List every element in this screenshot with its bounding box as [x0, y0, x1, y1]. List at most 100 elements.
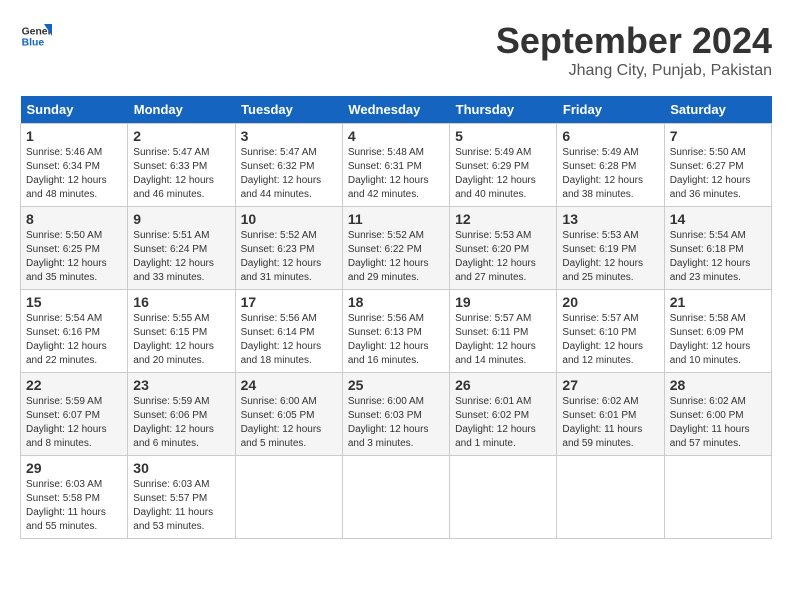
day-cell: 18Sunrise: 5:56 AMSunset: 6:13 PMDayligh… — [342, 290, 449, 373]
day-number: 3 — [241, 128, 337, 144]
day-number: 6 — [562, 128, 658, 144]
day-number: 18 — [348, 294, 444, 310]
day-cell: 4Sunrise: 5:48 AMSunset: 6:31 PMDaylight… — [342, 124, 449, 207]
header-monday: Monday — [128, 96, 235, 124]
day-cell: 12 Sunrise: 5:53 AMSunset: 6:20 PMDayligh… — [450, 207, 557, 290]
day-cell: 1Sunrise: 5:46 AMSunset: 6:34 PMDaylight… — [21, 124, 128, 207]
day-cell: 17 Sunrise: 5:56 AMSunset: 6:14 PMDayligh… — [235, 290, 342, 373]
day-number: 4 — [348, 128, 444, 144]
day-number: 11 — [348, 211, 444, 227]
day-cell — [557, 456, 664, 539]
day-cell: 2Sunrise: 5:47 AMSunset: 6:33 PMDaylight… — [128, 124, 235, 207]
week-row-5: 29 Sunrise: 6:03 AMSunset: 5:58 PMDayligh… — [21, 456, 772, 539]
day-number: 16 — [133, 294, 229, 310]
day-detail: Sunrise: 6:00 AMSunset: 6:05 PMDaylight:… — [241, 395, 337, 451]
header: General Blue September 2024 Jhang City, … — [20, 20, 772, 80]
day-detail: Sunrise: 5:50 AMSunset: 6:25 PMDaylight:… — [26, 229, 122, 285]
svg-text:Blue: Blue — [22, 38, 45, 49]
day-cell: 9 Sunrise: 5:51 AMSunset: 6:24 PMDaylight… — [128, 207, 235, 290]
day-detail: Sunrise: 6:00 AMSunset: 6:03 PMDaylight:… — [348, 395, 444, 451]
day-cell: 20 Sunrise: 5:57 AMSunset: 6:10 PMDayligh… — [557, 290, 664, 373]
logo-icon: General Blue — [20, 20, 52, 52]
header-tuesday: Tuesday — [235, 96, 342, 124]
day-number: 10 — [241, 211, 337, 227]
day-number: 21 — [670, 294, 766, 310]
week-row-3: 15 Sunrise: 5:54 AMSunset: 6:16 PMDayligh… — [21, 290, 772, 373]
week-row-2: 8 Sunrise: 5:50 AMSunset: 6:25 PMDaylight… — [21, 207, 772, 290]
day-cell: 24 Sunrise: 6:00 AMSunset: 6:05 PMDayligh… — [235, 373, 342, 456]
day-cell: 11 Sunrise: 5:52 AMSunset: 6:22 PMDayligh… — [342, 207, 449, 290]
day-number: 8 — [26, 211, 122, 227]
day-detail: Sunrise: 5:52 AMSunset: 6:22 PMDaylight:… — [348, 229, 444, 285]
day-cell: 7 Sunrise: 5:50 AMSunset: 6:27 PMDaylight… — [664, 124, 771, 207]
day-detail: Sunrise: 6:03 AMSunset: 5:58 PMDaylight:… — [26, 478, 122, 534]
day-detail: Sunrise: 5:51 AMSunset: 6:24 PMDaylight:… — [133, 229, 229, 285]
day-cell — [664, 456, 771, 539]
day-number: 19 — [455, 294, 551, 310]
logo: General Blue — [20, 20, 52, 52]
day-cell: 21 Sunrise: 5:58 AMSunset: 6:09 PMDayligh… — [664, 290, 771, 373]
calendar-subtitle: Jhang City, Punjab, Pakistan — [496, 62, 772, 80]
week-row-4: 22 Sunrise: 5:59 AMSunset: 6:07 PMDayligh… — [21, 373, 772, 456]
day-number: 5 — [455, 128, 551, 144]
day-detail: Sunrise: 5:53 AMSunset: 6:20 PMDaylight:… — [455, 229, 551, 285]
day-cell: 28Sunrise: 6:02 AMSunset: 6:00 PMDayligh… — [664, 373, 771, 456]
day-number: 28 — [670, 377, 766, 393]
day-number: 7 — [670, 128, 766, 144]
day-detail: Sunrise: 5:59 AMSunset: 6:07 PMDaylight:… — [26, 395, 122, 451]
day-number: 22 — [26, 377, 122, 393]
day-detail: Sunrise: 5:54 AMSunset: 6:18 PMDaylight:… — [670, 229, 766, 285]
day-detail: Sunrise: 5:58 AMSunset: 6:09 PMDaylight:… — [670, 312, 766, 368]
day-number: 13 — [562, 211, 658, 227]
day-cell: 25 Sunrise: 6:00 AMSunset: 6:03 PMDayligh… — [342, 373, 449, 456]
day-detail: Sunrise: 6:03 AMSunset: 5:57 PMDaylight:… — [133, 478, 229, 534]
day-cell: 16Sunrise: 5:55 AMSunset: 6:15 PMDayligh… — [128, 290, 235, 373]
day-detail: Sunrise: 5:49 AMSunset: 6:28 PMDaylight:… — [562, 146, 658, 202]
day-detail: Sunrise: 5:54 AMSunset: 6:16 PMDaylight:… — [26, 312, 122, 368]
day-detail: Sunrise: 5:47 AMSunset: 6:32 PMDaylight:… — [241, 146, 337, 202]
day-cell — [450, 456, 557, 539]
day-detail: Sunrise: 6:02 AMSunset: 6:01 PMDaylight:… — [562, 395, 658, 451]
day-number: 29 — [26, 460, 122, 476]
header-thursday: Thursday — [450, 96, 557, 124]
day-cell: 14 Sunrise: 5:54 AMSunset: 6:18 PMDayligh… — [664, 207, 771, 290]
day-number: 23 — [133, 377, 229, 393]
day-detail: Sunrise: 6:01 AMSunset: 6:02 PMDaylight:… — [455, 395, 551, 451]
day-number: 20 — [562, 294, 658, 310]
day-number: 25 — [348, 377, 444, 393]
day-number: 27 — [562, 377, 658, 393]
day-detail: Sunrise: 5:53 AMSunset: 6:19 PMDaylight:… — [562, 229, 658, 285]
day-cell: 10 Sunrise: 5:52 AMSunset: 6:23 PMDayligh… — [235, 207, 342, 290]
day-cell: 5Sunrise: 5:49 AMSunset: 6:29 PMDaylight… — [450, 124, 557, 207]
day-cell: 15 Sunrise: 5:54 AMSunset: 6:16 PMDayligh… — [21, 290, 128, 373]
day-cell: 3 Sunrise: 5:47 AMSunset: 6:32 PMDaylight… — [235, 124, 342, 207]
day-number: 24 — [241, 377, 337, 393]
day-detail: Sunrise: 5:56 AMSunset: 6:14 PMDaylight:… — [241, 312, 337, 368]
header-saturday: Saturday — [664, 96, 771, 124]
day-number: 26 — [455, 377, 551, 393]
header-sunday: Sunday — [21, 96, 128, 124]
day-cell: 27 Sunrise: 6:02 AMSunset: 6:01 PMDayligh… — [557, 373, 664, 456]
day-detail: Sunrise: 5:59 AMSunset: 6:06 PMDaylight:… — [133, 395, 229, 451]
header-wednesday: Wednesday — [342, 96, 449, 124]
day-number: 12 — [455, 211, 551, 227]
day-number: 14 — [670, 211, 766, 227]
day-cell: 23 Sunrise: 5:59 AMSunset: 6:06 PMDayligh… — [128, 373, 235, 456]
day-number: 17 — [241, 294, 337, 310]
day-number: 15 — [26, 294, 122, 310]
day-cell — [235, 456, 342, 539]
day-cell: 29 Sunrise: 6:03 AMSunset: 5:58 PMDayligh… — [21, 456, 128, 539]
calendar-table: SundayMondayTuesdayWednesdayThursdayFrid… — [20, 96, 772, 539]
day-cell: 22 Sunrise: 5:59 AMSunset: 6:07 PMDayligh… — [21, 373, 128, 456]
calendar-title: September 2024 — [496, 20, 772, 62]
calendar-body: 1Sunrise: 5:46 AMSunset: 6:34 PMDaylight… — [21, 124, 772, 539]
day-number: 1 — [26, 128, 122, 144]
day-cell — [342, 456, 449, 539]
day-cell: 26 Sunrise: 6:01 AMSunset: 6:02 PMDayligh… — [450, 373, 557, 456]
day-detail: Sunrise: 5:57 AMSunset: 6:10 PMDaylight:… — [562, 312, 658, 368]
day-detail: Sunrise: 5:50 AMSunset: 6:27 PMDaylight:… — [670, 146, 766, 202]
header-friday: Friday — [557, 96, 664, 124]
week-row-1: 1Sunrise: 5:46 AMSunset: 6:34 PMDaylight… — [21, 124, 772, 207]
day-number: 9 — [133, 211, 229, 227]
day-detail: Sunrise: 5:52 AMSunset: 6:23 PMDaylight:… — [241, 229, 337, 285]
